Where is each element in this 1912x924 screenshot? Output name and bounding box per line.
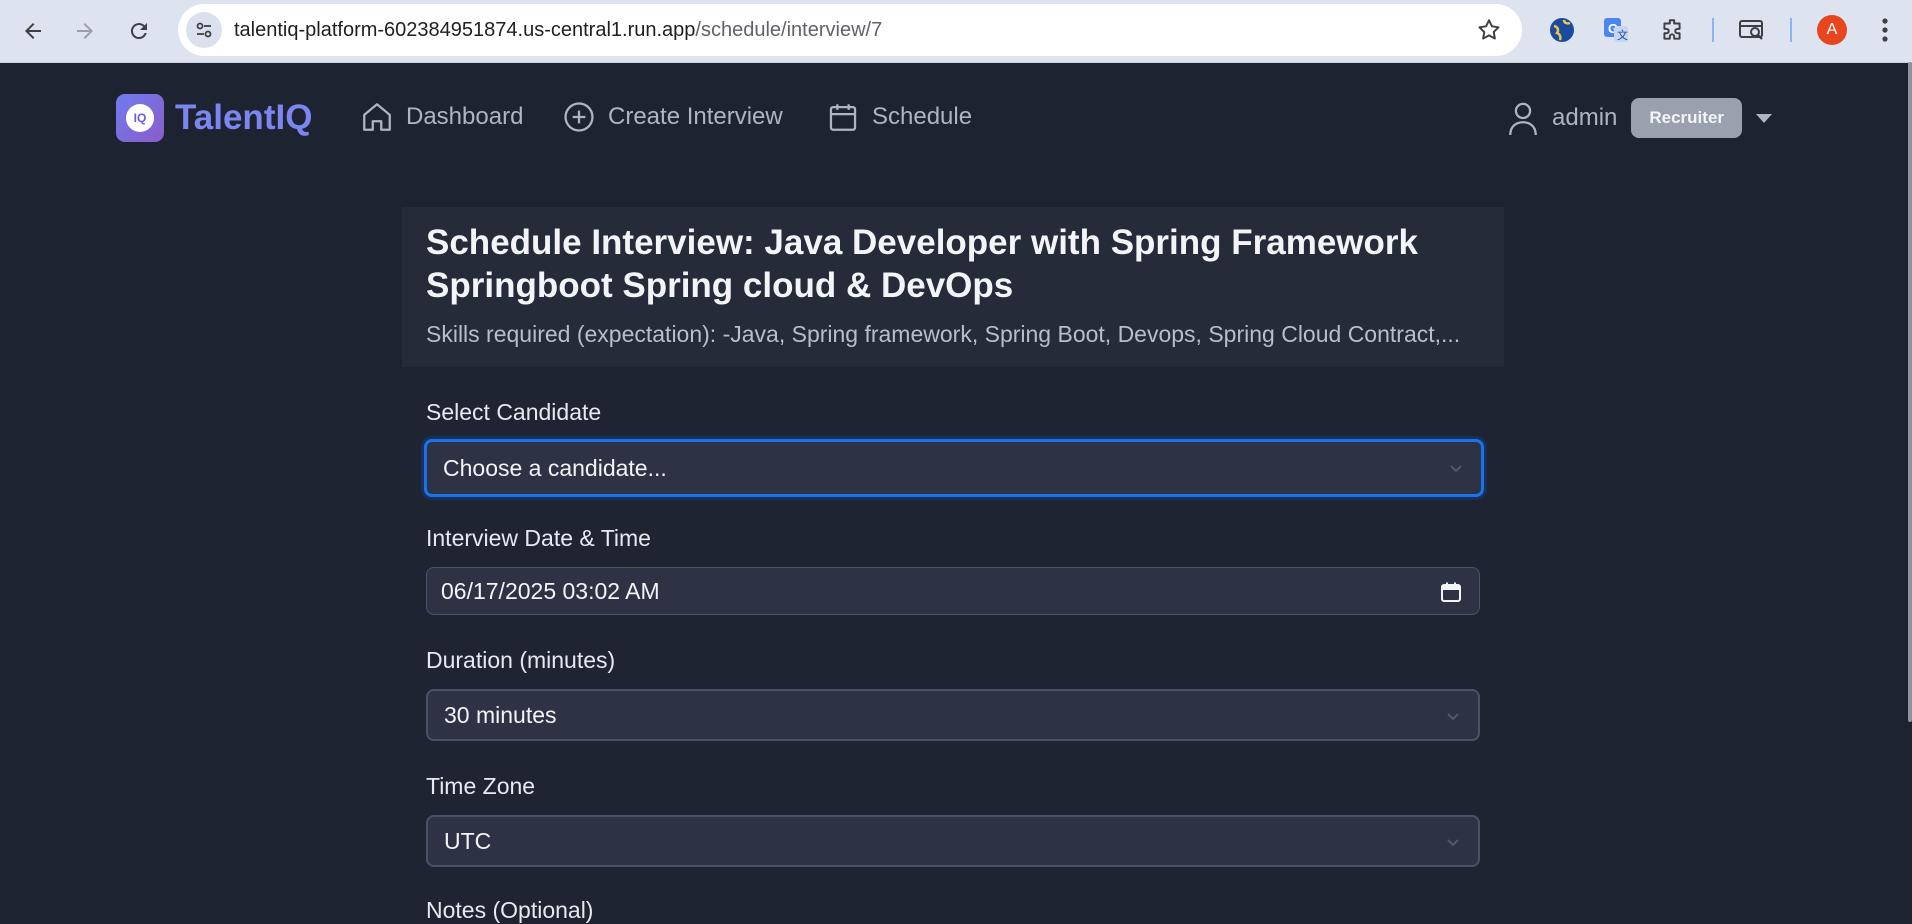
forward-button[interactable] [66,12,104,50]
nav-create-interview-label: Create Interview [608,103,783,130]
page-title: Schedule Interview: Java Developer with … [426,223,1418,305]
skills-required-text: Skills required (expectation): -Java, Sp… [426,321,1461,347]
datetime-value: 06/17/2025 03:02 AM [441,577,660,604]
translate-extension-icon[interactable]: G文 [1600,14,1632,46]
nav-schedule[interactable]: Schedule [826,100,972,134]
candidate-select[interactable]: Choose a candidate... [424,439,1484,497]
url-path: /schedule/interview/7 [695,19,883,41]
tune-icon [196,22,212,38]
chevron-down-icon [1447,713,1459,721]
duration-value: 30 minutes [444,701,557,728]
candidate-select-value: Choose a candidate... [443,454,667,481]
url-text[interactable]: talentiq-platform-602384951874.us-centra… [234,19,882,42]
brand-name[interactable]: TalentIQ [175,98,312,138]
plus-circle-icon [564,102,594,132]
tab-search-icon[interactable] [1736,14,1768,46]
timezone-select[interactable]: UTC [426,815,1480,867]
page-scrollbar[interactable] [1908,62,1912,722]
url-host: talentiq-platform-602384951874.us-centra… [234,19,696,41]
logo-mark: IQ [126,104,154,132]
candidate-label: Select Candidate [426,399,602,425]
datetime-label: Interview Date & Time [426,525,651,551]
notes-label: Notes (Optional) [426,897,594,923]
svg-text:文: 文 [1617,28,1628,42]
chevron-down-icon [1447,839,1459,847]
arrow-left-icon [25,23,41,39]
more-vertical-icon[interactable] [1880,16,1890,44]
site-info-button[interactable] [186,12,222,48]
address-bar[interactable]: talentiq-platform-602384951874.us-centra… [178,4,1522,56]
globe-extension-icon[interactable] [1546,14,1578,46]
reload-button[interactable] [120,12,158,50]
nav-schedule-label: Schedule [872,103,973,130]
calendar-icon[interactable] [1439,580,1463,604]
nav-create-interview[interactable]: Create Interview [562,100,783,134]
chevron-down-icon[interactable] [1756,113,1773,123]
home-icon [363,103,391,131]
timezone-label: Time Zone [426,773,536,799]
card-header: Schedule Interview: Java Developer with … [402,207,1504,367]
profile-avatar[interactable]: A [1817,15,1847,45]
timezone-value: UTC [444,827,492,854]
duration-select[interactable]: 30 minutes [426,689,1480,741]
logo[interactable]: IQ [116,94,164,142]
user-icon [1509,102,1537,136]
back-button[interactable] [14,12,52,50]
browser-toolbar: talentiq-platform-602384951874.us-centra… [0,0,1912,63]
extensions-puzzle-icon[interactable] [1656,14,1688,46]
chevron-down-icon [1450,465,1462,473]
toolbar-separator [1712,18,1714,42]
nav-dashboard[interactable]: Dashboard [360,100,523,134]
arrow-right-icon [77,23,93,39]
datetime-input[interactable]: 06/17/2025 03:02 AM [426,567,1480,615]
calendar-icon [829,104,857,131]
role-badge: Recruiter [1631,98,1743,138]
toolbar-separator [1790,18,1792,42]
schedule-form: Select Candidate Choose a candidate... I… [402,367,1504,923]
reload-icon [130,23,147,40]
duration-label: Duration (minutes) [426,647,616,673]
nav-dashboard-label: Dashboard [406,103,524,130]
user-menu[interactable]: admin Recruiter [1506,98,1773,138]
user-name: admin [1552,104,1618,131]
bookmark-star-icon[interactable] [1476,17,1502,43]
